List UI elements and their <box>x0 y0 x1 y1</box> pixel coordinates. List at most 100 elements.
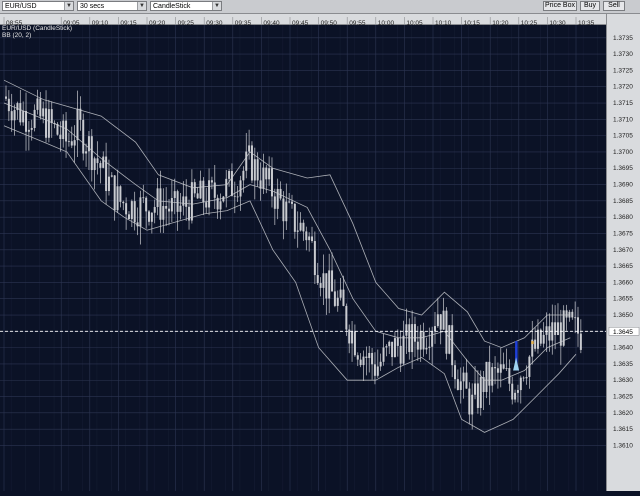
price-tick-label: 1.3715 <box>613 100 633 107</box>
candle-body <box>428 346 431 348</box>
price-axis-labels: 1.3735 1.3730 1.3725 1.3720 1.3715 1.3710 1.37… <box>608 35 640 449</box>
candle-body <box>188 206 191 221</box>
interval-dropdown[interactable]: 30 secs ▼ <box>77 1 147 11</box>
candle-body <box>199 180 202 199</box>
candle-body <box>479 377 482 408</box>
candle-body <box>153 207 156 213</box>
candle-body <box>176 191 179 212</box>
candle-body <box>239 180 242 197</box>
candle-body <box>222 196 225 202</box>
candle-body <box>70 141 73 146</box>
symbol-dropdown[interactable]: EUR/USD ▼ <box>2 1 74 11</box>
candle-body <box>302 222 305 232</box>
candle-body <box>210 180 213 183</box>
price-tick-label: 1.3650 <box>613 312 633 319</box>
price-tick-label: 1.3690 <box>613 182 633 189</box>
candle-body <box>325 273 328 299</box>
chart-type-dropdown[interactable]: CandleStick ▼ <box>150 1 222 11</box>
candle-body <box>22 111 25 123</box>
price-tick-label: 1.3675 <box>613 230 633 237</box>
candle-body <box>133 201 136 223</box>
candle-body <box>522 377 525 379</box>
candle-body <box>311 236 314 242</box>
candle-body <box>165 206 168 209</box>
candle-body <box>534 339 537 349</box>
candle-body <box>168 208 171 212</box>
candle-body <box>322 273 325 288</box>
candle-body <box>413 324 416 342</box>
candlestick-chart[interactable] <box>0 25 606 491</box>
price-tick-label: 1.3680 <box>613 214 633 221</box>
candle-body <box>125 203 128 215</box>
candle-body <box>559 322 562 346</box>
time-axis: 08:55 09:05 09:10 09:15 09:20 09:25 09:30 09:35… <box>0 14 606 27</box>
candle-body <box>65 120 68 142</box>
candle-body <box>230 171 233 196</box>
candle-body <box>348 329 351 344</box>
candle-body <box>33 109 36 128</box>
candle-body <box>148 211 150 222</box>
candle-body <box>36 98 39 110</box>
candle-body <box>468 388 471 415</box>
candle-body <box>130 201 133 220</box>
price-tick-label: 1.3615 <box>613 426 633 433</box>
candle-body <box>565 310 568 318</box>
candle-body <box>519 377 522 391</box>
candle-body <box>205 202 208 208</box>
price-tick-label: 1.3685 <box>613 198 633 205</box>
candle-body <box>574 317 577 319</box>
candle-body <box>262 167 265 189</box>
candle-body <box>79 108 82 120</box>
candle-body <box>371 352 374 365</box>
candle-body <box>216 197 219 210</box>
chart-type-value: CandleStick <box>153 3 191 10</box>
candle-body <box>90 136 93 171</box>
candle-body <box>202 180 205 203</box>
candle-body <box>391 341 394 358</box>
candle-body <box>27 129 30 132</box>
candle-body <box>305 231 308 241</box>
candle-body <box>256 159 259 181</box>
price-tick-label: 1.3730 <box>613 51 633 58</box>
candle-body <box>179 205 182 212</box>
candle-body <box>156 188 159 208</box>
price-box-button[interactable]: Price Box <box>543 1 577 11</box>
candle-body <box>339 289 342 298</box>
candle-body <box>145 197 148 212</box>
candle-body <box>351 331 354 344</box>
candle-body <box>291 201 293 204</box>
sell-button[interactable]: Sell <box>603 1 625 11</box>
candle-body <box>19 103 22 123</box>
candle-body <box>45 108 48 138</box>
candle-body <box>456 379 459 390</box>
candle-body <box>276 188 279 209</box>
candle-body <box>365 356 368 358</box>
candle-body <box>359 359 362 366</box>
candle-body <box>279 188 282 199</box>
candle-body <box>190 182 193 221</box>
chevron-down-icon: ▼ <box>212 2 221 10</box>
candle-body <box>436 314 439 327</box>
candle-body <box>393 338 396 358</box>
candle-body <box>313 241 316 276</box>
candle-body <box>499 364 502 373</box>
candle-body <box>462 372 465 382</box>
buy-button[interactable]: Buy <box>580 1 600 11</box>
candle-body <box>508 368 511 384</box>
candle-body <box>554 322 557 335</box>
candle-body <box>273 196 276 209</box>
candle-body <box>319 283 322 288</box>
candle-body <box>116 186 119 211</box>
price-tick-label: 1.3700 <box>613 149 633 156</box>
symbol-value: EUR/USD <box>5 3 37 10</box>
candle-body <box>474 383 477 395</box>
candle-body <box>67 141 70 143</box>
candle-body <box>53 122 56 124</box>
candle-body <box>16 103 19 111</box>
candle-body <box>236 196 239 198</box>
candle-body <box>136 222 139 227</box>
candle-body <box>10 111 13 121</box>
candle-body <box>465 372 468 389</box>
candle-body <box>459 381 462 390</box>
candle-body <box>59 134 62 140</box>
